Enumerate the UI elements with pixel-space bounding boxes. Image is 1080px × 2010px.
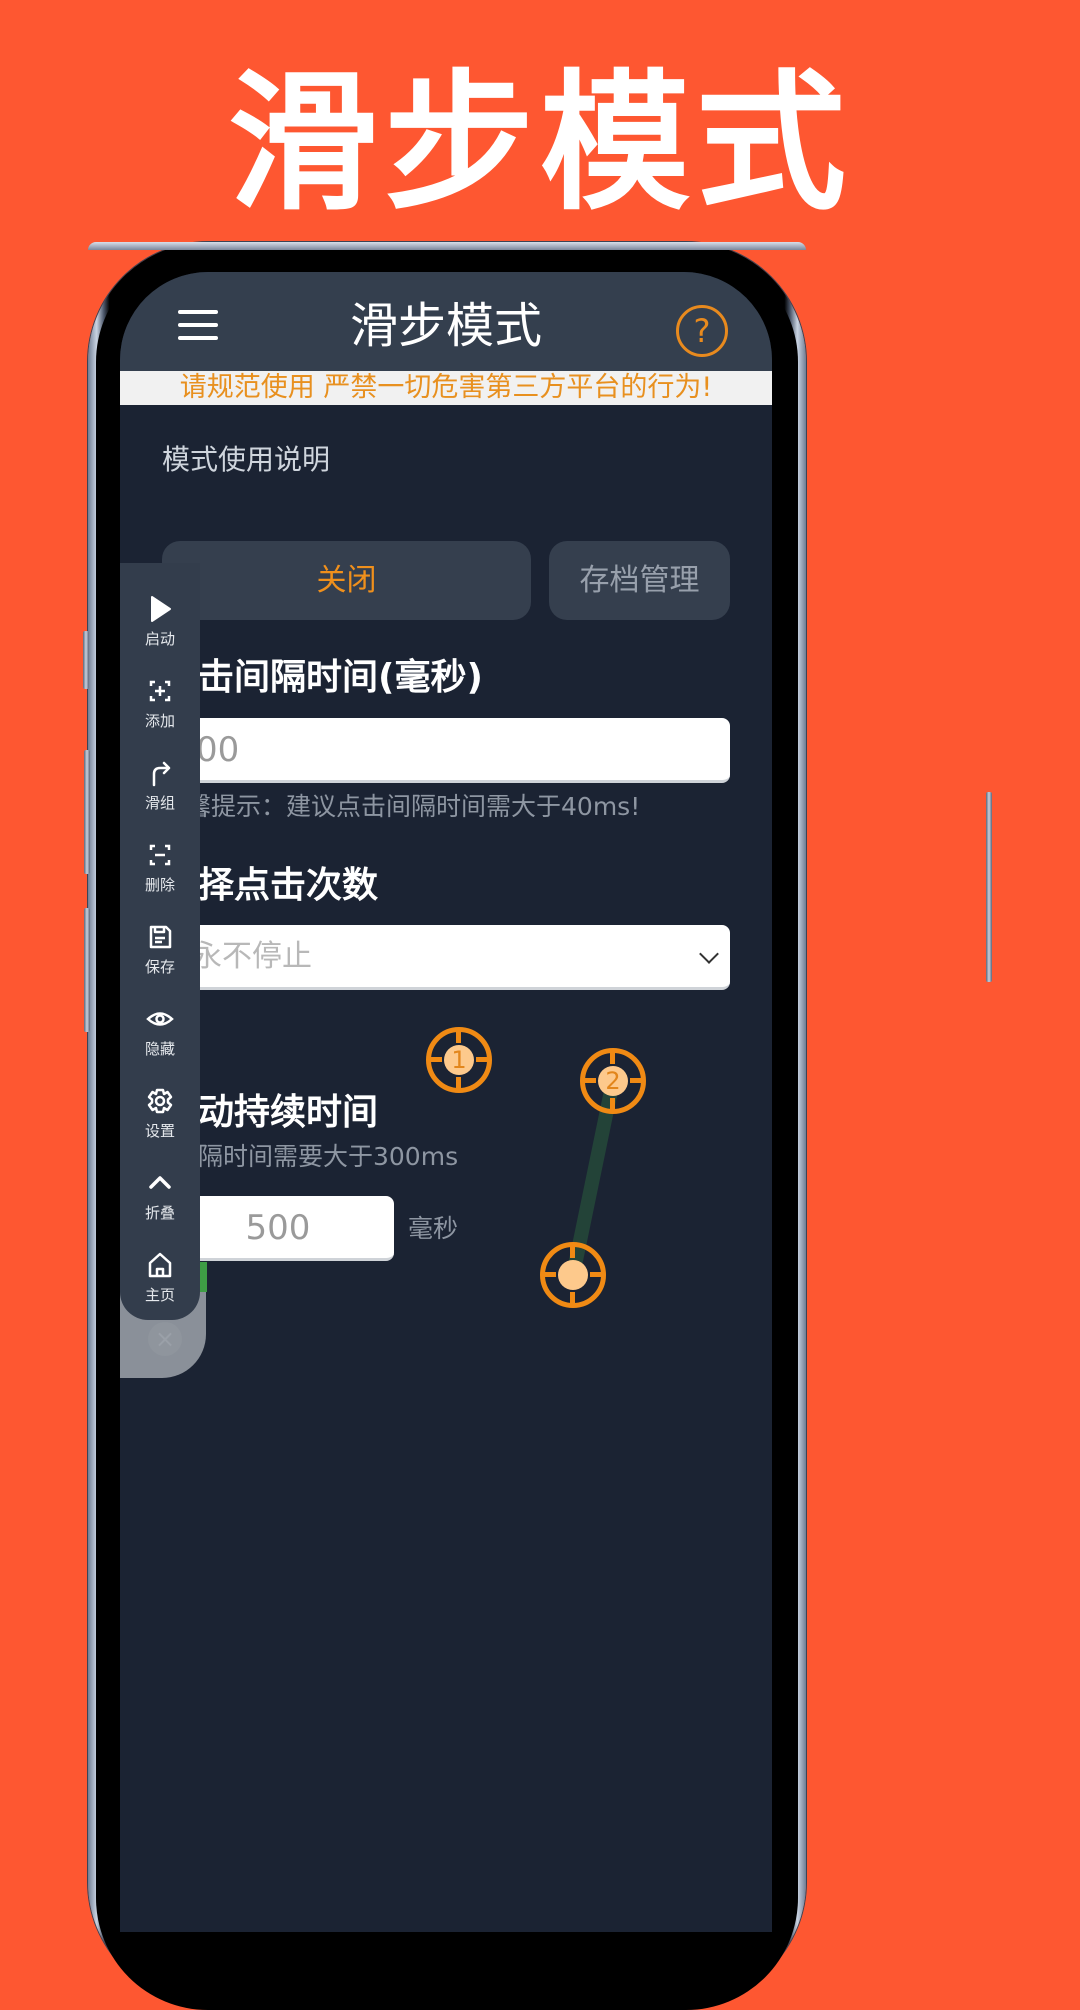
mode-instructions-link[interactable]: 模式使用说明 [162, 440, 330, 480]
app-screen: 滑步模式 ? 请规范使用 严禁一切危害第三方平台的行为! 模式使用说明 关闭 存… [120, 272, 772, 1932]
slide-duration-hint: 隔时间需要大于300ms [198, 1142, 459, 1171]
toolbar-start-button[interactable]: 启动 [120, 593, 200, 663]
toolbar-label: 设置 [144, 1122, 175, 1140]
click-target-1[interactable]: 1 [426, 1027, 492, 1093]
toolbar-label: 删除 [144, 876, 175, 894]
close-icon[interactable]: × [148, 1322, 182, 1356]
click-count-selected-value: 永不停止 [192, 939, 312, 974]
phone-volume-down-button [84, 908, 90, 1032]
click-target-2[interactable]: 2 [580, 1048, 646, 1114]
toolbar-home-button[interactable]: 主页 [120, 1249, 200, 1319]
floating-toolbar: 启动 添加 滑组 删除 保存 隐藏 设置 折叠 主页 [120, 563, 200, 1320]
click-interval-input[interactable]: 00 [162, 718, 730, 783]
click-interval-hint: 馨提示：建议点击间隔时间需大于40ms! [186, 792, 641, 821]
home-icon [144, 1249, 176, 1281]
remove-target-icon [144, 839, 176, 871]
toolbar-hide-button[interactable]: 隐藏 [120, 1003, 200, 1073]
play-icon [144, 593, 176, 625]
warning-banner: 请规范使用 严禁一切危害第三方平台的行为! [120, 371, 772, 405]
turn-right-arrow-icon [144, 757, 176, 789]
promo-title: 滑步模式 [227, 55, 852, 231]
slide-duration-heading: 动持续时间 [198, 1092, 379, 1133]
add-target-icon [144, 675, 176, 707]
green-indicator [200, 1262, 207, 1292]
toolbar-label: 滑组 [144, 794, 175, 812]
toolbar-save-button[interactable]: 保存 [120, 921, 200, 991]
toolbar-label: 主页 [144, 1286, 175, 1304]
archive-management-button[interactable]: 存档管理 [549, 541, 730, 620]
phone-action-button [83, 631, 89, 689]
slide-duration-unit: 毫秒 [408, 1214, 459, 1243]
toolbar-collapse-button[interactable]: 折叠 [120, 1167, 200, 1237]
gear-icon [144, 1085, 176, 1117]
toolbar-label: 隐藏 [144, 1040, 175, 1058]
toolbar-delete-button[interactable]: 删除 [120, 839, 200, 909]
toolbar-label: 保存 [144, 958, 175, 976]
target-number: 1 [444, 1045, 474, 1075]
target-number [558, 1260, 588, 1290]
phone-side-key [986, 792, 992, 982]
target-number: 2 [598, 1066, 628, 1096]
toolbar-add-button[interactable]: 添加 [120, 675, 200, 745]
click-count-select[interactable]: 永不停止 [162, 925, 730, 990]
app-header: 滑步模式 ? [120, 272, 772, 371]
click-interval-heading: 击间隔时间(毫秒) [198, 657, 483, 698]
save-icon [144, 921, 176, 953]
chevron-down-icon [699, 944, 719, 964]
phone-volume-up-button [84, 750, 90, 874]
toolbar-slide-group-button[interactable]: 滑组 [120, 757, 200, 827]
page-title: 滑步模式 [349, 298, 542, 354]
chevron-up-icon [144, 1167, 176, 1199]
question-circle-icon[interactable]: ? [676, 305, 728, 357]
eye-icon [144, 1003, 176, 1035]
toolbar-label: 启动 [144, 630, 175, 648]
toolbar-label: 折叠 [144, 1204, 175, 1222]
toolbar-label: 添加 [144, 712, 175, 730]
toolbar-settings-button[interactable]: 设置 [120, 1085, 200, 1155]
slide-end-target[interactable] [540, 1242, 606, 1308]
close-button[interactable]: 关闭 [162, 541, 531, 620]
click-count-heading: 择点击次数 [198, 865, 379, 906]
